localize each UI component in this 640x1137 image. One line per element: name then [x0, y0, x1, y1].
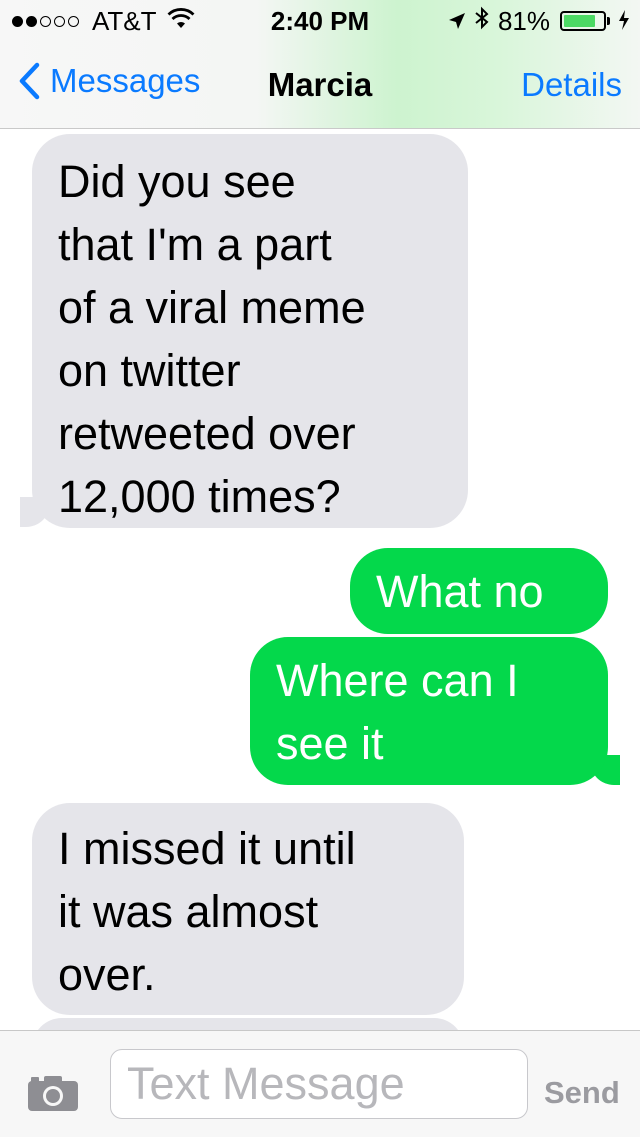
message-line: I missed it until — [58, 823, 356, 874]
send-button[interactable]: Send — [544, 1075, 620, 1111]
message-bubble-outgoing[interactable]: Where can I see it — [250, 637, 608, 785]
message-bubble-incoming[interactable]: Did you see that I'm a part of a viral m… — [32, 134, 468, 528]
message-line: What no — [376, 566, 544, 617]
message-line: on twitter — [58, 345, 241, 396]
message-input[interactable] — [110, 1049, 528, 1119]
camera-icon — [28, 1076, 78, 1111]
message-bubble-incoming[interactable]: I missed it until it was almost over. — [32, 803, 464, 1015]
camera-button[interactable] — [26, 1073, 80, 1118]
battery-icon — [560, 11, 610, 31]
battery-percent: 81% — [497, 5, 550, 36]
message-line: over. — [58, 949, 156, 1000]
nav-bar: Messages Marcia Details — [0, 40, 640, 128]
status-bar: AT&T 2:40 PM 81% — [0, 0, 640, 40]
back-button[interactable]: Messages — [18, 62, 200, 100]
details-button[interactable]: Details — [521, 66, 622, 104]
compose-bar: Send — [0, 1030, 640, 1137]
message-line: of a viral meme — [58, 282, 366, 333]
message-line: that I'm a part — [58, 219, 332, 270]
message-line: retweeted over — [58, 408, 356, 459]
message-line: see it — [276, 718, 384, 769]
message-line: it was almost — [58, 886, 319, 937]
message-line: 12,000 times? — [58, 471, 341, 522]
bolt-icon — [618, 6, 630, 37]
message-bubble-outgoing[interactable]: What no — [350, 548, 608, 634]
chevron-left-icon — [19, 62, 40, 100]
bluetooth-icon — [474, 6, 490, 37]
message-line: Where can I — [276, 655, 519, 706]
back-button-label: Messages — [50, 62, 201, 99]
message-line: Did you see — [58, 156, 296, 207]
top-bar: AT&T 2:40 PM 81% Messages Marcia Details — [0, 0, 640, 129]
location-arrow-icon — [448, 6, 466, 37]
